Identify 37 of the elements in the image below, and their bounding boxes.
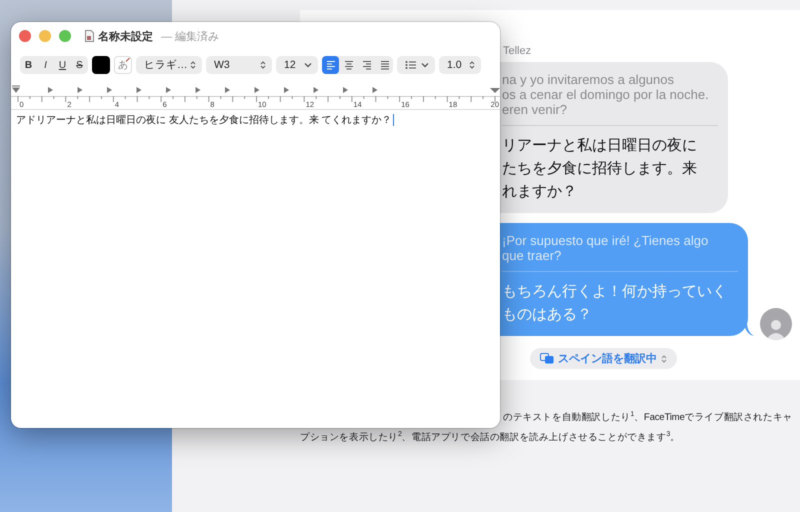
document-icon — [85, 30, 94, 42]
original-text: ¡Por supuesto que iré! ¿Tienes algo que traer? — [502, 233, 710, 263]
translated-text-line: リアーナと私は日曜日の夜に — [502, 136, 698, 156]
background-color-button[interactable]: あ — [114, 56, 132, 74]
translated-text-line: もちろん行くよ！何か持っていく — [502, 282, 728, 302]
translated-text-line: ものはある？ — [502, 305, 593, 325]
font-family-popup[interactable]: ヒラギ… — [136, 56, 202, 74]
underline-button[interactable]: U — [54, 56, 71, 74]
text-cursor — [392, 114, 394, 126]
avatar-icon — [760, 308, 792, 340]
translate-icon — [540, 353, 554, 364]
list-style-popup[interactable] — [397, 56, 435, 74]
updown-chevron-icon — [661, 354, 667, 364]
line-spacing-popup[interactable]: 1.0 — [439, 56, 481, 74]
strikethrough-button[interactable]: S — [71, 56, 88, 74]
document-text[interactable]: アドリアーナと私は日曜日の夜に 友人たちを夕食に招待します。来 てくれますか？ — [16, 113, 392, 127]
original-text: na y yo invitaremos a algunos os a cenar el domingo por la noche. eren venir? — [502, 72, 710, 117]
window-title: 名称未設定 — [98, 30, 153, 44]
caption-line: プションを表示したり$^{2}$、電話アプリで会話の翻訳を読み上げさせることができます$^{3}$。 — [300, 430, 680, 446]
chevron-down-icon — [304, 62, 312, 68]
chevron-down-icon — [421, 62, 429, 68]
translated-text-line: れますか？ — [502, 182, 578, 202]
updown-chevron-icon — [190, 60, 196, 70]
edited-status: — 編集済み — [161, 30, 220, 44]
align-left-button[interactable] — [322, 56, 339, 74]
text-color-well[interactable] — [92, 56, 110, 74]
close-button[interactable] — [19, 30, 31, 42]
updown-chevron-icon — [260, 60, 266, 70]
sender-name: Tellez — [503, 44, 532, 58]
font-size-combo[interactable]: 12 — [276, 56, 318, 74]
translated-text-line: たちを夕食に招待します。来 — [502, 159, 698, 179]
updown-chevron-icon — [469, 60, 475, 70]
list-icon — [405, 60, 417, 70]
caption-line: のテキストを自動翻訳したり$^{1}$、FaceTimeでライブ翻訳されたキャ — [503, 410, 792, 426]
bold-button[interactable]: B — [20, 56, 37, 74]
italic-button[interactable]: I — [37, 56, 54, 74]
font-weight-popup[interactable]: W3 — [206, 56, 272, 74]
